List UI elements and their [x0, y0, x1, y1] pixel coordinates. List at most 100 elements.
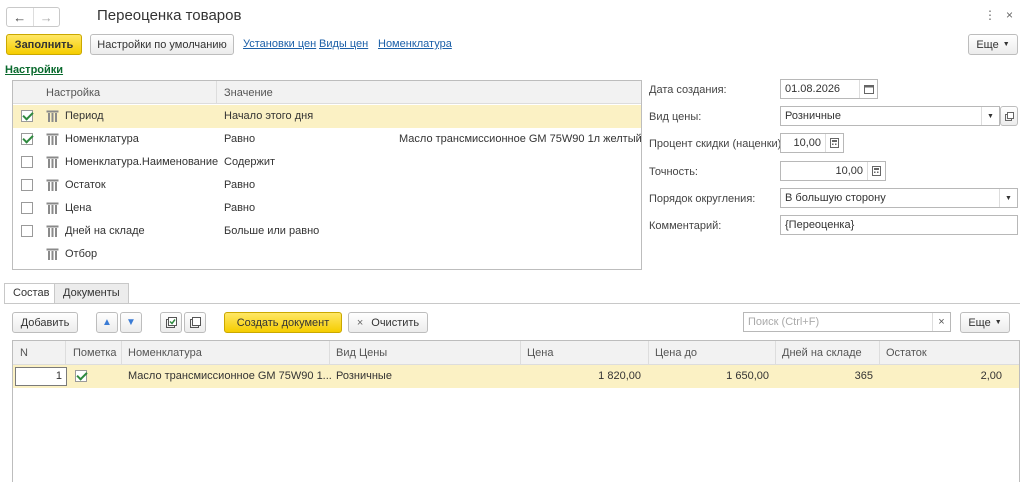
row-item: Масло трансмиссионное GM 75W90 1... [128, 370, 332, 382]
settings-row[interactable]: Отбор [13, 243, 641, 266]
grid-header: N Пометка Номенклатура Вид Цены Цена Цен… [13, 341, 1019, 365]
dropdown-arrow-icon: ▼ [994, 319, 1002, 326]
calendar-icon[interactable] [859, 80, 877, 98]
setting-name: Номенклатура [65, 133, 139, 145]
table-field-icon [46, 248, 59, 260]
price-type-label: Вид цены: [649, 111, 702, 123]
table-row[interactable]: 1 Масло трансмиссионное GM 75W90 1... Ро… [13, 365, 1019, 388]
settings-section-link[interactable]: Настройки [5, 64, 63, 76]
column-header-price-to: Цена до [655, 347, 698, 359]
row-stock: 2,00 [980, 370, 1002, 382]
price-type-field[interactable]: Розничные ▼ [780, 106, 1000, 126]
dropdown-arrow-icon[interactable]: ▼ [981, 107, 999, 125]
more-label: Еще [976, 38, 999, 51]
setting-name: Период [65, 110, 104, 122]
date-field[interactable]: 01.08.2026 [780, 79, 878, 99]
setting-operator: Больше или равно [224, 225, 320, 237]
search-input[interactable]: Поиск (Ctrl+F) × [743, 312, 951, 332]
setting-operator: Равно [224, 179, 256, 191]
price-type-value: Розничные [785, 110, 841, 122]
more-button[interactable]: Еще ▼ [968, 34, 1018, 55]
more-vertical-icon[interactable]: ⋮ [984, 8, 996, 22]
tab-composition[interactable]: Состав [4, 283, 59, 304]
rounding-field[interactable]: В большую сторону ▼ [780, 188, 1018, 208]
discount-field[interactable]: 10,00 [780, 133, 844, 153]
tab-documents[interactable]: Документы [54, 283, 129, 303]
setting-value: Масло трансмиссионное GM 75W90 1л желтый [399, 133, 642, 145]
price-types-link[interactable]: Виды цен [319, 38, 368, 50]
table-field-icon [46, 133, 59, 145]
close-icon[interactable]: × [1006, 8, 1013, 22]
row-mark-checkbox[interactable] [75, 370, 87, 382]
row-checkbox[interactable] [21, 156, 33, 168]
column-header-price-type: Вид Цены [336, 347, 388, 359]
search-placeholder: Поиск (Ctrl+F) [748, 316, 820, 328]
precision-field[interactable]: 10,00 [780, 161, 886, 181]
tab-divider [4, 303, 1020, 304]
back-arrow-icon[interactable]: ← [7, 8, 33, 26]
row-checkbox[interactable] [21, 179, 33, 191]
settings-table-header: Настройка Значение [13, 81, 641, 104]
create-document-button[interactable]: Создать документ [224, 312, 342, 333]
setting-operator: Начало этого дня [224, 110, 314, 122]
dropdown-arrow-icon[interactable]: ▼ [999, 189, 1017, 207]
dropdown-arrow-icon: ▼ [1002, 41, 1010, 48]
add-button[interactable]: Добавить [12, 312, 78, 333]
grid-more-label: Еще [968, 316, 991, 329]
open-link-icon[interactable] [1000, 106, 1018, 126]
price-settings-link[interactable]: Установки цен [243, 38, 316, 50]
table-field-icon [46, 156, 59, 168]
row-checkbox[interactable] [21, 202, 33, 214]
nomenclature-link[interactable]: Номенклатура [378, 38, 452, 50]
setting-name: Отбор [65, 248, 98, 260]
settings-row[interactable]: Период Начало этого дня [13, 105, 641, 128]
settings-row[interactable]: Дней на складе Больше или равно [13, 220, 641, 243]
comment-field[interactable]: {Переоценка} [780, 215, 1018, 235]
setting-name: Дней на складе [65, 225, 145, 237]
settings-row[interactable]: Номенклатура Равно Масло трансмиссионное… [13, 128, 642, 151]
row-price-type: Розничные [336, 370, 392, 382]
clear-search-icon[interactable]: × [932, 313, 950, 331]
deselect-all-icon[interactable] [184, 312, 206, 333]
items-grid: N Пометка Номенклатура Вид Цены Цена Цен… [12, 340, 1020, 482]
column-header-value: Значение [224, 87, 273, 99]
comment-label: Комментарий: [649, 220, 722, 232]
navigation-group: ← → [6, 7, 60, 27]
table-field-icon [46, 110, 59, 122]
select-all-icon[interactable] [160, 312, 182, 333]
page-title: Переоценка товаров [97, 7, 242, 24]
precision-value: 10,00 [835, 165, 863, 177]
setting-operator: Равно [224, 202, 256, 214]
row-price-to: 1 650,00 [726, 370, 769, 382]
settings-row[interactable]: Остаток Равно [13, 174, 641, 197]
settings-row[interactable]: Номенклатура.Наименование Содержит [13, 151, 641, 174]
grid-more-button[interactable]: Еще ▼ [960, 312, 1010, 333]
forward-arrow-icon[interactable]: → [32, 8, 60, 26]
column-header-setting: Настройка [46, 87, 101, 99]
column-header-n: N [20, 347, 28, 359]
date-label: Дата создания: [649, 84, 727, 96]
rounding-label: Порядок округления: [649, 193, 756, 205]
move-up-icon[interactable]: ▲ [96, 312, 118, 333]
row-days: 365 [854, 370, 873, 382]
settings-table: Настройка Значение Период Начало этого д… [12, 80, 642, 270]
row-checkbox[interactable] [21, 110, 33, 122]
table-field-icon [46, 225, 59, 237]
row-checkbox[interactable] [21, 225, 33, 237]
move-down-icon[interactable]: ▼ [120, 312, 142, 333]
column-header-mark: Пометка [73, 347, 117, 359]
calculator-icon[interactable] [825, 134, 843, 152]
settings-row[interactable]: Цена Равно [13, 197, 641, 220]
date-value: 01.08.2026 [785, 83, 841, 95]
default-settings-button[interactable]: Настройки по умолчанию [90, 34, 234, 55]
table-field-icon [46, 179, 59, 191]
discount-value: 10,00 [793, 137, 821, 149]
setting-name: Цена [65, 202, 92, 214]
calculator-icon[interactable] [867, 162, 885, 180]
fill-button[interactable]: Заполнить [6, 34, 82, 55]
clear-button[interactable]: × Очистить [348, 312, 428, 333]
setting-name: Номенклатура.Наименование [65, 156, 219, 168]
row-number[interactable]: 1 [15, 367, 67, 386]
setting-name: Остаток [65, 179, 106, 191]
row-checkbox[interactable] [21, 133, 33, 145]
